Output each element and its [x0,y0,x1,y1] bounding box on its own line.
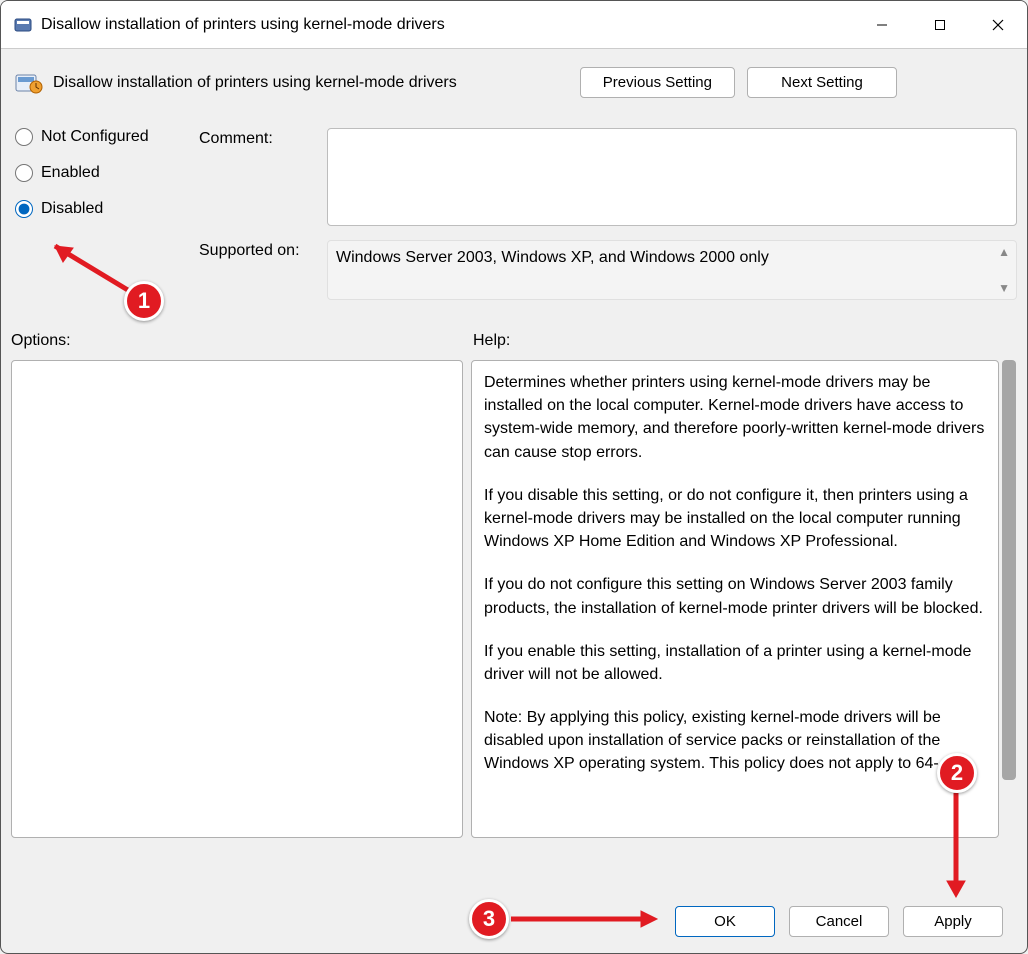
policy-icon [13,15,33,35]
window-controls [853,1,1027,48]
state-radios: Not Configured Enabled Disabled [11,128,199,314]
help-scrollbar[interactable] [1001,360,1017,838]
apply-button[interactable]: Apply [903,906,1003,937]
radio-enabled-input[interactable] [15,164,33,182]
help-paragraph: Determines whether printers using kernel… [484,371,986,464]
help-paragraph: If you enable this setting, installation… [484,640,986,686]
minimize-button[interactable] [853,1,911,48]
comment-label: Comment: [199,128,327,226]
dialog-window: Disallow installation of printers using … [0,0,1028,954]
annotation-badge-3: 3 [469,899,509,939]
window-title: Disallow installation of printers using … [41,16,853,34]
titlebar: Disallow installation of printers using … [1,1,1027,49]
maximize-button[interactable] [911,1,969,48]
chevron-up-icon[interactable]: ▲ [998,245,1010,259]
help-paragraph: If you disable this setting, or do not c… [484,484,986,554]
help-panel: Determines whether printers using kernel… [471,360,999,838]
cancel-button[interactable]: Cancel [789,906,889,937]
radio-label: Enabled [41,164,100,182]
dialog-footer: OK Cancel Apply [675,906,1003,937]
radio-not-configured[interactable]: Not Configured [11,128,199,146]
options-panel [11,360,463,838]
next-setting-button[interactable]: Next Setting [747,67,897,98]
radio-disabled[interactable]: Disabled [11,200,199,218]
help-section-label: Help: [473,332,510,350]
help-paragraph: If you do not configure this setting on … [484,573,986,619]
supported-on-box: Windows Server 2003, Windows XP, and Win… [327,240,1017,300]
comment-textarea[interactable] [327,128,1017,226]
radio-disabled-input[interactable] [15,200,33,218]
previous-setting-button[interactable]: Previous Setting [580,67,735,98]
policy-icon [15,71,43,95]
ok-button[interactable]: OK [675,906,775,937]
policy-title: Disallow installation of printers using … [53,74,580,92]
radio-label: Not Configured [41,128,149,146]
supported-on-text: Windows Server 2003, Windows XP, and Win… [336,249,769,266]
radio-label: Disabled [41,200,103,218]
chevron-down-icon[interactable]: ▼ [998,281,1010,295]
help-paragraph: Note: By applying this policy, existing … [484,706,986,776]
radio-not-configured-input[interactable] [15,128,33,146]
options-section-label: Options: [11,332,473,350]
radio-enabled[interactable]: Enabled [11,164,199,182]
scrollbar-thumb[interactable] [1002,360,1016,780]
close-button[interactable] [969,1,1027,48]
supported-label: Supported on: [199,240,327,300]
header-row: Disallow installation of printers using … [11,49,1017,108]
